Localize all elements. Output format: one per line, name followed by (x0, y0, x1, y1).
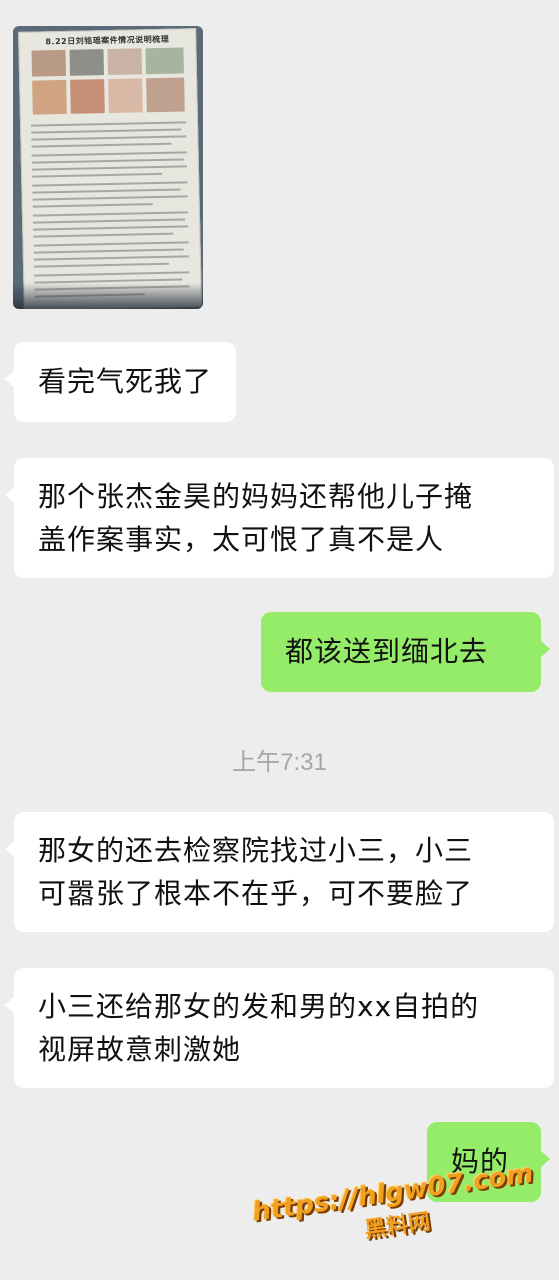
photo-message[interactable]: 8.22日刘铭瑶案件情况说明梳理 (13, 26, 203, 309)
photo-text-line (31, 151, 187, 157)
photo-text-line (31, 158, 184, 164)
message-text-line: 那个张杰金昊的妈妈还帮他儿子掩 (38, 480, 474, 513)
photo-text-line (33, 218, 186, 224)
document-photo: 8.22日刘铭瑶案件情况说明梳理 (18, 28, 202, 309)
outgoing-message[interactable]: 都该送到缅北去 (261, 612, 550, 692)
photo-text-line (32, 181, 188, 187)
photo-text-line (33, 248, 184, 254)
photo-text-line (33, 262, 170, 268)
photo-text-line (31, 135, 187, 141)
message-text-line: 那女的还去检察院找过小三，小三 (38, 834, 474, 867)
photo-text-line (32, 195, 188, 201)
message-text-line: 视屏故意刺激她 (38, 1033, 242, 1066)
message-text-line: 可嚣张了根本不在乎，可不要脸了 (38, 877, 474, 910)
incoming-message[interactable]: 小三还给那女的发和男的xx自拍的 视屏故意刺激她 (5, 968, 554, 1088)
photo-text-line (31, 128, 182, 134)
message-text-line: 盖作案事实，太可恨了真不是人 (38, 523, 445, 556)
message-text: 都该送到缅北去 (285, 635, 489, 668)
photo-thumbnail (145, 47, 185, 75)
photo-thumbnail (107, 48, 143, 76)
photo-thumbnail (108, 78, 143, 114)
photo-thumbnail (70, 79, 105, 114)
photo-text-line (33, 232, 174, 238)
photo-shadow-edge (13, 283, 203, 309)
photo-text-line (31, 121, 187, 127)
photo-text-line (32, 172, 163, 178)
photo-text-line (31, 165, 187, 171)
photo-text-line (32, 188, 181, 194)
photo-thumbnail (69, 49, 105, 76)
photo-thumbnail (146, 77, 185, 113)
photo-thumbnail (31, 49, 67, 77)
watermark: https://hlgw07.com 黑料网 (242, 1157, 548, 1260)
message-text-line: 小三还给那女的发和男的xx自拍的 (38, 990, 480, 1023)
photo-text-line (32, 203, 153, 208)
photo-text-line (34, 271, 190, 277)
photo-text-line (33, 225, 189, 231)
message-timestamp: 上午7:31 (232, 749, 327, 776)
photo-thumbnail (32, 79, 67, 115)
photo-document-title: 8.22日刘铭瑶案件情况说明梳理 (45, 34, 170, 47)
photo-text-line (33, 241, 189, 247)
photo-text-line (31, 142, 172, 148)
incoming-message[interactable]: 那个张杰金昊的妈妈还帮他儿子掩 盖作案事实，太可恨了真不是人 (5, 458, 554, 578)
incoming-message[interactable]: 那女的还去检察院找过小三，小三 可嚣张了根本不在乎，可不要脸了 (5, 812, 554, 932)
message-text: 看完气死我了 (38, 365, 213, 398)
photo-text-line (32, 211, 188, 217)
photo-text-line (33, 255, 189, 261)
incoming-message[interactable]: 看完气死我了 (4, 342, 237, 422)
